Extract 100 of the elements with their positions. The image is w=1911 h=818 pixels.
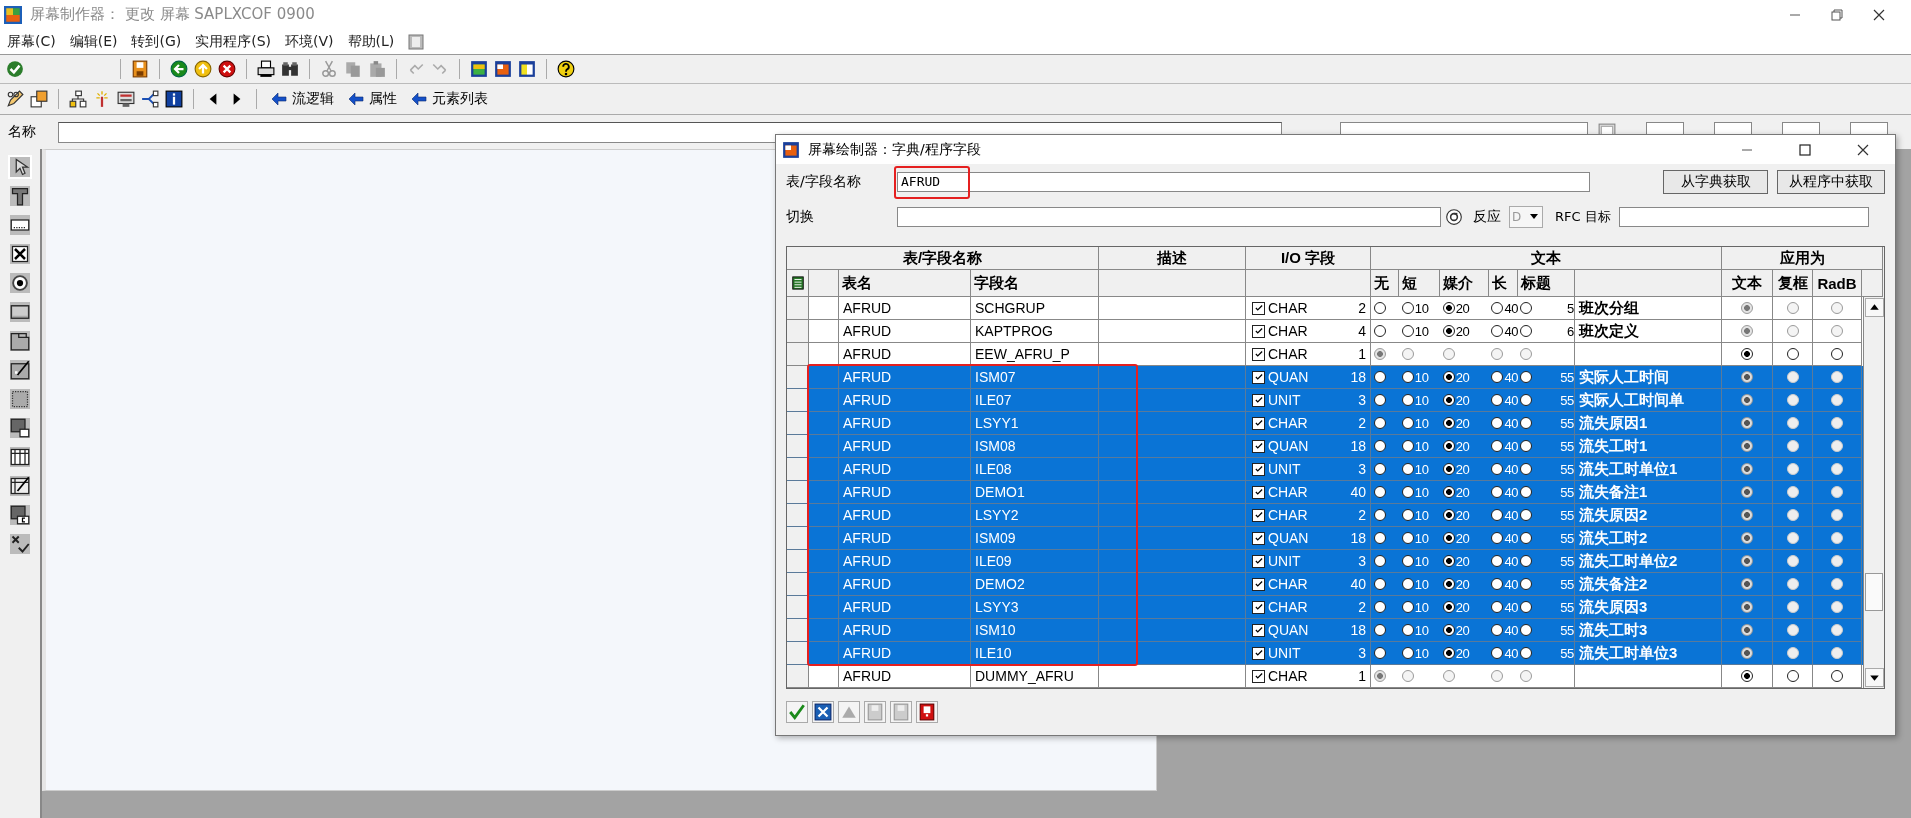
radio-button[interactable]: [1520, 578, 1533, 590]
radio-button[interactable]: [1491, 532, 1504, 544]
radio-button[interactable]: [1520, 394, 1533, 406]
wizard-icon[interactable]: [10, 360, 30, 380]
window-icon[interactable]: [518, 60, 536, 78]
radio-button[interactable]: [1442, 417, 1455, 429]
back-icon[interactable]: [170, 60, 188, 78]
help-icon[interactable]: [916, 701, 938, 723]
menu-item[interactable]: 实用程序(S): [195, 32, 272, 51]
radio-button[interactable]: [1374, 624, 1386, 636]
radio-button[interactable]: [1786, 348, 1799, 360]
radio-button[interactable]: [1831, 670, 1843, 682]
radio-button[interactable]: [1442, 325, 1455, 337]
radio-button[interactable]: [1442, 371, 1455, 383]
row-selector[interactable]: [787, 619, 809, 642]
row-selector[interactable]: [787, 550, 809, 573]
radio-button[interactable]: [1491, 394, 1504, 406]
checkbox[interactable]: [1252, 393, 1265, 407]
toolbar-button[interactable]: 流逻辑: [267, 90, 338, 108]
radio-button[interactable]: [1401, 302, 1414, 314]
table-row[interactable]: AFRUD ILE10 UNIT 3 10 20 40 55 流失工时单位3: [787, 642, 1863, 665]
push-button-icon[interactable]: [10, 302, 30, 322]
menu-item[interactable]: 环境(V): [285, 32, 334, 51]
table-wizard-icon[interactable]: [10, 476, 30, 496]
table-row[interactable]: AFRUD LSYY1 CHAR 2 10 20 40 55 流失原因1: [787, 412, 1863, 435]
layout-icon[interactable]: [30, 90, 48, 108]
close-icon[interactable]: [812, 701, 834, 723]
checkbox[interactable]: [1252, 577, 1265, 591]
radio-button[interactable]: [1491, 371, 1504, 383]
radio-button[interactable]: [1741, 670, 1753, 682]
radio-button-icon[interactable]: [10, 273, 30, 293]
row-selector[interactable]: [787, 504, 809, 527]
scrollbar-thumb[interactable]: [1865, 573, 1883, 611]
table-row[interactable]: AFRUD ISM10 QUAN 18 10 20 40 55 流失工时3: [787, 619, 1863, 642]
checkbox[interactable]: [1252, 646, 1265, 660]
radio-button[interactable]: [1374, 578, 1386, 590]
binoculars-icon[interactable]: [281, 60, 299, 78]
radio-button[interactable]: [1491, 463, 1504, 475]
row-selector[interactable]: [787, 458, 809, 481]
radio-button[interactable]: [1442, 624, 1455, 636]
subscreen-icon[interactable]: [10, 418, 30, 438]
radio-button[interactable]: [1491, 578, 1504, 590]
dialog-button[interactable]: 从字典获取: [1663, 169, 1768, 194]
row-selector[interactable]: [787, 343, 809, 366]
radio-button[interactable]: [1520, 601, 1533, 613]
table-row[interactable]: AFRUD EEW_AFRU_P CHAR 1: [787, 343, 1863, 366]
radio-button[interactable]: [1374, 647, 1386, 659]
radio-button[interactable]: [1520, 486, 1533, 498]
table-row[interactable]: AFRUD ISM07 QUAN 18 10 20 40 55 实际人工时间: [787, 366, 1863, 389]
radio-button[interactable]: [1491, 440, 1504, 452]
table-row[interactable]: AFRUD SCHGRUP CHAR 2 10 20 40 5 班次分组: [787, 297, 1863, 320]
frame-icon[interactable]: [10, 389, 30, 409]
row-selector[interactable]: [787, 320, 809, 343]
checkbox[interactable]: [1252, 324, 1265, 338]
help-icon[interactable]: [557, 60, 575, 78]
radio-button[interactable]: [1786, 670, 1799, 682]
name-input[interactable]: AFRUD: [897, 171, 1590, 192]
status-icon[interactable]: [10, 534, 30, 554]
row-selector[interactable]: [787, 481, 809, 504]
radio-button[interactable]: [1442, 601, 1455, 613]
radio-button[interactable]: [1401, 325, 1414, 337]
table-row[interactable]: AFRUD DUMMY_AFRU CHAR 1: [787, 665, 1863, 688]
radio-button[interactable]: [1401, 624, 1414, 636]
radio-button[interactable]: [1442, 532, 1455, 544]
radio-button[interactable]: [1374, 463, 1386, 475]
radio-button[interactable]: [1520, 463, 1533, 475]
checkbox[interactable]: [1252, 462, 1265, 476]
radio-button[interactable]: [1520, 555, 1533, 567]
row-selector[interactable]: [787, 665, 809, 688]
radio-button[interactable]: [1401, 417, 1414, 429]
table-row[interactable]: AFRUD DEMO2 CHAR 40 10 20 40 55 流失备注2: [787, 573, 1863, 596]
table-row[interactable]: AFRUD ISM08 QUAN 18 10 20 40 55 流失工时1: [787, 435, 1863, 458]
radio-button[interactable]: [1401, 486, 1414, 498]
table-icon[interactable]: [10, 447, 30, 467]
table-row[interactable]: AFRUD ILE08 UNIT 3 10 20 40 55 流失工时单位1: [787, 458, 1863, 481]
pointer-icon[interactable]: [10, 157, 30, 177]
toolbar-button[interactable]: 元素列表: [407, 90, 492, 108]
checkbox[interactable]: [1252, 600, 1265, 614]
radio-button[interactable]: [1374, 394, 1386, 406]
checkbox[interactable]: [1252, 623, 1265, 637]
text-tool-icon[interactable]: [10, 186, 30, 206]
menu-item[interactable]: 帮助(L): [347, 32, 395, 51]
checkbox[interactable]: [1252, 301, 1265, 315]
radio-button[interactable]: [1442, 463, 1455, 475]
input-field-icon[interactable]: [10, 215, 30, 235]
window-icon[interactable]: [470, 60, 488, 78]
radio-button[interactable]: [1401, 509, 1414, 521]
table-row[interactable]: AFRUD LSYY3 CHAR 2 10 20 40 55 流失原因3: [787, 596, 1863, 619]
check-icon[interactable]: [6, 60, 24, 78]
radio-button[interactable]: [1491, 624, 1504, 636]
radio-button[interactable]: [1520, 302, 1533, 314]
cancel-icon[interactable]: [218, 60, 236, 78]
checkbox[interactable]: [1252, 416, 1265, 430]
radio-button[interactable]: [1442, 394, 1455, 406]
menu-item[interactable]: 编辑(E): [69, 32, 118, 51]
radio-button[interactable]: [1374, 532, 1386, 544]
checkbox[interactable]: [1252, 531, 1265, 545]
tab-strip-icon[interactable]: [10, 331, 30, 351]
radio-button[interactable]: [1401, 463, 1414, 475]
row-selector[interactable]: [787, 435, 809, 458]
